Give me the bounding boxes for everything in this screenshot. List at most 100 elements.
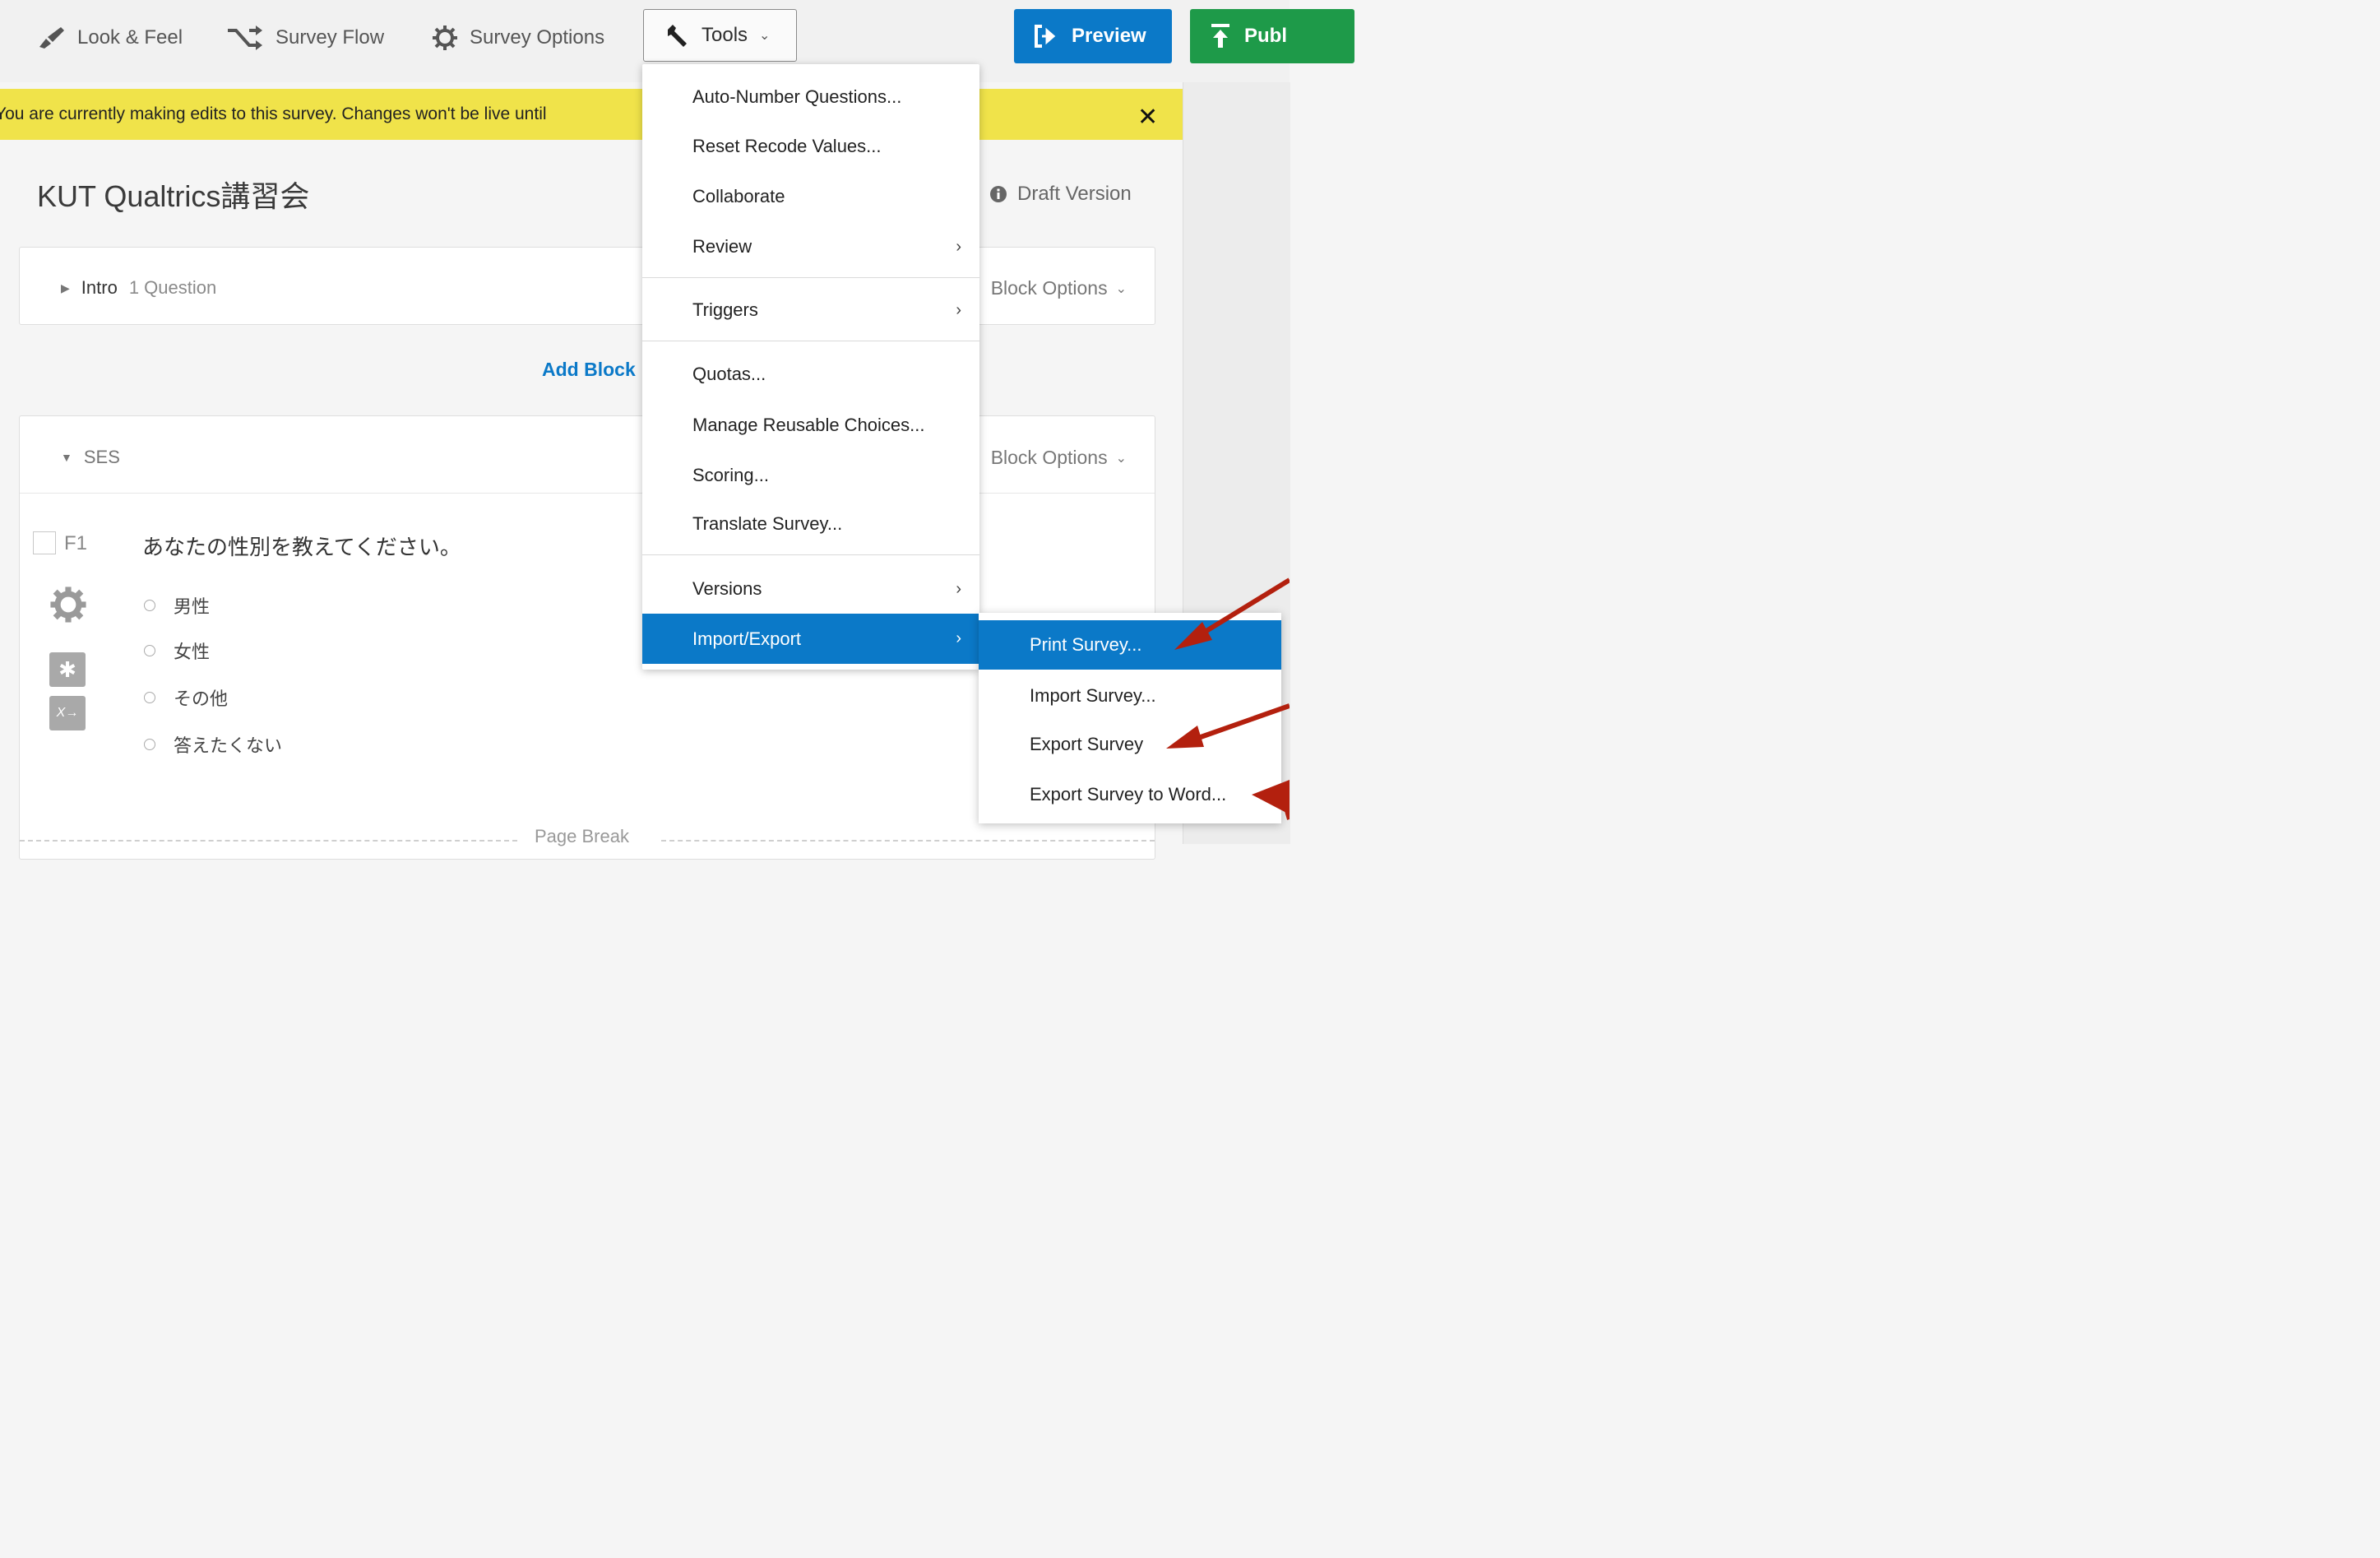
choice-item[interactable]: 男性 <box>144 592 210 619</box>
block-name: Intro <box>81 277 118 298</box>
caret-down-icon: ▼ <box>61 451 72 464</box>
page-break-label: Page Break <box>535 826 629 846</box>
menu-item-label: Translate Survey... <box>692 513 843 534</box>
survey-options-button[interactable]: Survey Options <box>432 20 604 56</box>
caret-right-icon: ▶ <box>61 281 70 294</box>
banner-text: You are currently making edits to this s… <box>0 104 547 123</box>
menu-item-label: Import/Export <box>692 628 802 649</box>
menu-item-label: Reset Recode Values... <box>692 136 882 156</box>
submenu-item-label: Import Survey... <box>1030 685 1156 706</box>
choice-item[interactable]: その他 <box>144 684 228 711</box>
survey-options-label: Survey Options <box>470 26 605 49</box>
choice-label: 女性 <box>174 642 211 662</box>
chevron-right-icon: › <box>956 237 961 256</box>
radio-icon <box>144 600 155 611</box>
asterisk-icon[interactable]: ✱ <box>49 652 86 687</box>
choice-item[interactable]: 答えたくない <box>144 731 282 758</box>
choice-label: その他 <box>174 689 229 709</box>
publish-label: Publ <box>1244 25 1287 47</box>
menu-item-triggers[interactable]: Triggers › <box>642 286 979 334</box>
upload-icon <box>1211 24 1229 48</box>
divider <box>20 840 517 842</box>
wrench-icon <box>668 25 687 47</box>
add-block-link[interactable]: Add Block <box>542 359 636 381</box>
radio-icon <box>144 645 155 656</box>
gear-icon[interactable] <box>49 586 87 628</box>
tools-dropdown-menu: Auto-Number Questions... Reset Recode Va… <box>642 64 979 670</box>
import-export-submenu: Print Survey... Import Survey... Export … <box>979 613 1281 823</box>
question-text[interactable]: あなたの性別を教えてください。 <box>142 531 461 561</box>
choice-label: 答えたくない <box>174 735 283 756</box>
close-icon[interactable]: ✕ <box>1137 105 1158 130</box>
menu-item-label: Auto-Number Questions... <box>692 86 902 107</box>
publish-button[interactable]: Publ <box>1190 9 1354 63</box>
block-options-label: Block Options <box>990 447 1108 468</box>
chevron-right-icon: › <box>956 629 961 647</box>
info-icon <box>990 186 1007 202</box>
chevron-down-icon: ⌄ <box>1115 281 1127 296</box>
choice-item[interactable]: 女性 <box>144 638 210 664</box>
menu-item-review[interactable]: Review › <box>642 223 979 271</box>
gear-icon <box>433 26 457 50</box>
menu-item-label: Manage Reusable Choices... <box>692 415 925 435</box>
block-options-button[interactable]: Block Options ⌄ <box>991 277 1127 299</box>
submenu-item-print-survey[interactable]: Print Survey... <box>979 620 1281 670</box>
preview-label: Preview <box>1072 25 1146 47</box>
menu-item-collaborate[interactable]: Collaborate <box>642 173 979 220</box>
shuffle-icon <box>228 26 262 50</box>
chevron-right-icon: › <box>956 300 961 319</box>
block-name: SES <box>83 447 120 467</box>
menu-item-translate[interactable]: Translate Survey... <box>642 500 979 548</box>
menu-item-reset-recode[interactable]: Reset Recode Values... <box>642 123 979 170</box>
menu-item-label: Triggers <box>692 299 758 320</box>
menu-item-versions[interactable]: Versions › <box>642 565 979 613</box>
submenu-item-label: Export Survey <box>1030 734 1144 754</box>
draft-version-indicator: Draft Version <box>989 183 1132 206</box>
chevron-down-icon: ⌄ <box>759 29 771 43</box>
chevron-right-icon: › <box>956 579 961 598</box>
divider <box>661 840 1155 842</box>
menu-separator <box>642 554 979 555</box>
submenu-item-label: Export Survey to Word... <box>1030 784 1227 805</box>
preview-button[interactable]: Preview <box>1014 9 1172 63</box>
survey-flow-label: Survey Flow <box>276 26 385 49</box>
divider <box>20 493 1155 494</box>
block-options-button[interactable]: Block Options ⌄ <box>991 447 1127 469</box>
tools-label: Tools <box>701 24 748 46</box>
menu-item-quotas[interactable]: Quotas... <box>642 350 979 398</box>
survey-flow-button[interactable]: Survey Flow <box>226 20 384 56</box>
block-options-label: Block Options <box>990 277 1108 299</box>
look-feel-label: Look & Feel <box>77 26 183 49</box>
menu-item-label: Collaborate <box>692 186 785 206</box>
block-header[interactable]: ▼ SES <box>61 447 120 468</box>
menu-item-scoring[interactable]: Scoring... <box>642 452 979 499</box>
menu-item-label: Scoring... <box>692 465 769 485</box>
submenu-item-export-word[interactable]: Export Survey to Word... <box>979 770 1281 819</box>
menu-item-import-export[interactable]: Import/Export › <box>642 614 979 664</box>
submenu-item-export-survey[interactable]: Export Survey <box>979 720 1281 769</box>
look-feel-button[interactable]: Look & Feel <box>36 20 183 56</box>
display-logic-icon[interactable]: X→ <box>49 696 86 730</box>
menu-item-auto-number[interactable]: Auto-Number Questions... <box>642 73 979 121</box>
question-select-checkbox[interactable] <box>33 531 56 554</box>
block-intro: ▶ Intro 1 Question Block Options ⌄ <box>19 247 1155 325</box>
chevron-down-icon: ⌄ <box>1115 451 1127 466</box>
menu-separator <box>642 277 979 278</box>
tools-menu-button[interactable]: Tools ⌄ <box>643 9 797 62</box>
paintbrush-icon <box>39 27 64 49</box>
question-id: F1 <box>64 532 88 554</box>
menu-item-label: Quotas... <box>692 364 766 384</box>
survey-title: KUT Qualtrics講習会 <box>37 179 310 213</box>
preview-icon <box>1035 25 1056 48</box>
submenu-item-label: Print Survey... <box>1030 634 1142 655</box>
block-header[interactable]: ▶ Intro 1 Question <box>61 277 216 299</box>
menu-item-reusable-choices[interactable]: Manage Reusable Choices... <box>642 401 979 449</box>
block-question-count: 1 Question <box>128 277 217 298</box>
draft-edit-banner: You are currently making edits to this s… <box>0 89 1183 140</box>
radio-icon <box>144 692 155 703</box>
submenu-item-import-survey[interactable]: Import Survey... <box>979 671 1281 721</box>
draft-version-label: Draft Version <box>1017 183 1132 205</box>
choice-label: 男性 <box>174 596 211 617</box>
radio-icon <box>144 739 155 750</box>
menu-item-label: Versions <box>692 578 762 599</box>
